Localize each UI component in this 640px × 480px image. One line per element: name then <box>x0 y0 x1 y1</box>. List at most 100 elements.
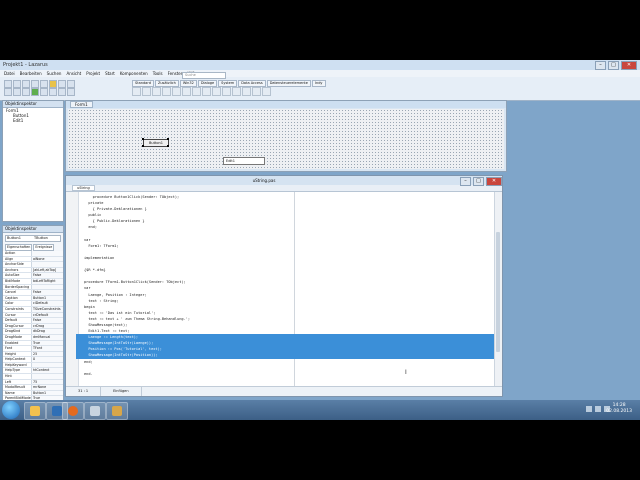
palette-tab-indy[interactable]: Indy <box>311 80 326 87</box>
scrollbar-component-icon[interactable] <box>252 87 261 96</box>
maximize-icon[interactable]: □ <box>608 60 619 70</box>
taskbar-explorer[interactable] <box>24 402 46 420</box>
stop-icon[interactable] <box>49 88 57 96</box>
property-value[interactable]: bdLeftToRight <box>32 278 63 284</box>
pointer-icon[interactable] <box>132 87 141 96</box>
view-units-icon[interactable] <box>4 88 12 96</box>
close-icon[interactable]: ✕ <box>486 177 502 186</box>
code-area[interactable]: procedure Button1Click(Sender: TObject);… <box>66 192 495 387</box>
save-icon[interactable] <box>22 80 30 88</box>
property-value[interactable] <box>32 251 63 256</box>
menu-tools[interactable]: Tools <box>153 71 163 76</box>
palette-tab-standard[interactable]: Standard <box>132 80 154 87</box>
taskbar-firefox[interactable] <box>62 402 84 420</box>
combobox-component-icon[interactable] <box>242 87 251 96</box>
property-value[interactable]: 0 <box>32 357 63 362</box>
property-value[interactable]: alNone <box>32 256 63 262</box>
toggle-form-icon[interactable] <box>22 88 30 96</box>
edit-component-icon[interactable] <box>182 87 191 96</box>
step-into-icon[interactable] <box>58 88 66 96</box>
designer-button1[interactable]: Button1 <box>143 139 169 147</box>
tab-properties[interactable]: Eigenschaften <box>5 244 33 251</box>
open-file-icon[interactable] <box>13 80 21 88</box>
component-selector[interactable]: Button1 TButton <box>5 235 61 242</box>
maximize-icon[interactable]: □ <box>473 177 484 186</box>
vertical-scrollbar[interactable] <box>494 192 502 387</box>
taskbar-lazarus[interactable] <box>106 402 128 420</box>
button-component-icon[interactable] <box>162 87 171 96</box>
search-input[interactable]: Suche <box>182 72 226 79</box>
palette-tab-data-controls[interactable]: Datensteuerelemente <box>266 80 311 87</box>
property-value[interactable]: htContext <box>32 368 63 374</box>
minimize-icon[interactable]: – <box>595 60 606 70</box>
unit-icon[interactable] <box>58 80 66 88</box>
designer-edit1[interactable]: Edit1 <box>223 157 265 165</box>
property-value[interactable] <box>32 262 63 267</box>
property-value[interactable]: crDefault <box>32 312 63 318</box>
menu-project[interactable]: Projekt <box>86 71 100 76</box>
property-value[interactable]: False <box>32 290 63 295</box>
radiobutton-component-icon[interactable] <box>222 87 231 96</box>
property-value[interactable]: True <box>32 340 63 346</box>
mainmenu-component-icon[interactable] <box>142 87 151 96</box>
menu-components[interactable]: Komponenten <box>120 71 148 76</box>
memo-component-icon[interactable] <box>192 87 201 96</box>
groupbox-component-icon[interactable] <box>262 87 271 96</box>
tab-events[interactable]: Ereignisse <box>33 244 55 251</box>
property-value[interactable]: 75 <box>32 379 63 385</box>
listbox-component-icon[interactable] <box>232 87 241 96</box>
scrollbar-thumb[interactable] <box>496 232 500 352</box>
form-tab[interactable]: Form1 <box>70 101 93 108</box>
folder-icon[interactable] <box>49 80 57 88</box>
tree-item-edit1[interactable]: Edit1 <box>3 118 63 123</box>
resize-handle[interactable] <box>167 145 169 147</box>
togglebox-component-icon[interactable] <box>202 87 211 96</box>
close-file-icon[interactable] <box>40 80 48 88</box>
code-text[interactable]: procedure Button1Click(Sender: TObject);… <box>76 194 495 377</box>
network-icon[interactable] <box>595 406 601 412</box>
property-value[interactable]: TSizeConstraints <box>32 306 63 312</box>
menu-window[interactable]: Fenster <box>168 71 183 76</box>
palette-tab-win32[interactable]: Win32 <box>179 80 197 87</box>
property-value[interactable]: Button1 <box>32 295 63 301</box>
property-value[interactable]: mrNone <box>32 385 63 390</box>
property-value[interactable]: dkDrag <box>32 329 63 334</box>
property-value[interactable]: clDefault <box>32 301 63 306</box>
editor-tab-ustring[interactable]: uString <box>72 185 95 191</box>
resize-handle[interactable] <box>142 138 144 140</box>
close-icon[interactable]: ✕ <box>621 60 637 70</box>
property-value[interactable] <box>32 374 63 379</box>
label-component-icon[interactable] <box>172 87 181 96</box>
pause-icon[interactable] <box>40 88 48 96</box>
save-all-icon[interactable] <box>31 80 39 88</box>
form-canvas[interactable]: Button1 Edit1 <box>68 109 504 169</box>
property-value[interactable] <box>32 284 63 290</box>
property-value[interactable]: dmManual <box>32 334 63 340</box>
palette-tab-data-access[interactable]: Data Access <box>238 80 266 87</box>
palette-tab-additional[interactable]: Zusätzlich <box>154 80 179 87</box>
property-value[interactable]: False <box>32 273 63 278</box>
property-value[interactable]: 25 <box>32 351 63 357</box>
property-value[interactable]: [akLeft,akTop] <box>32 267 63 273</box>
property-value[interactable]: TFont <box>32 346 63 351</box>
menu-search[interactable]: Suchen <box>47 71 62 76</box>
run-icon[interactable] <box>31 88 39 96</box>
resize-handle[interactable] <box>167 138 169 140</box>
resize-handle[interactable] <box>142 145 144 147</box>
menu-edit[interactable]: Bearbeiten <box>20 71 42 76</box>
minimize-icon[interactable]: – <box>460 177 471 186</box>
property-value[interactable]: crDrag <box>32 323 63 329</box>
start-button[interactable] <box>2 401 20 419</box>
flag-icon[interactable] <box>586 406 592 412</box>
property-value[interactable] <box>32 362 63 368</box>
step-over-icon[interactable] <box>67 88 75 96</box>
menu-file[interactable]: Datei <box>4 71 15 76</box>
menu-run[interactable]: Start <box>105 71 115 76</box>
checkbox-component-icon[interactable] <box>212 87 221 96</box>
property-value[interactable]: False <box>32 318 63 323</box>
taskbar-app[interactable] <box>84 402 106 420</box>
popupmenu-component-icon[interactable] <box>152 87 161 96</box>
palette-tab-system[interactable]: System <box>218 80 238 87</box>
new-file-icon[interactable] <box>4 80 12 88</box>
form-icon[interactable] <box>67 80 75 88</box>
